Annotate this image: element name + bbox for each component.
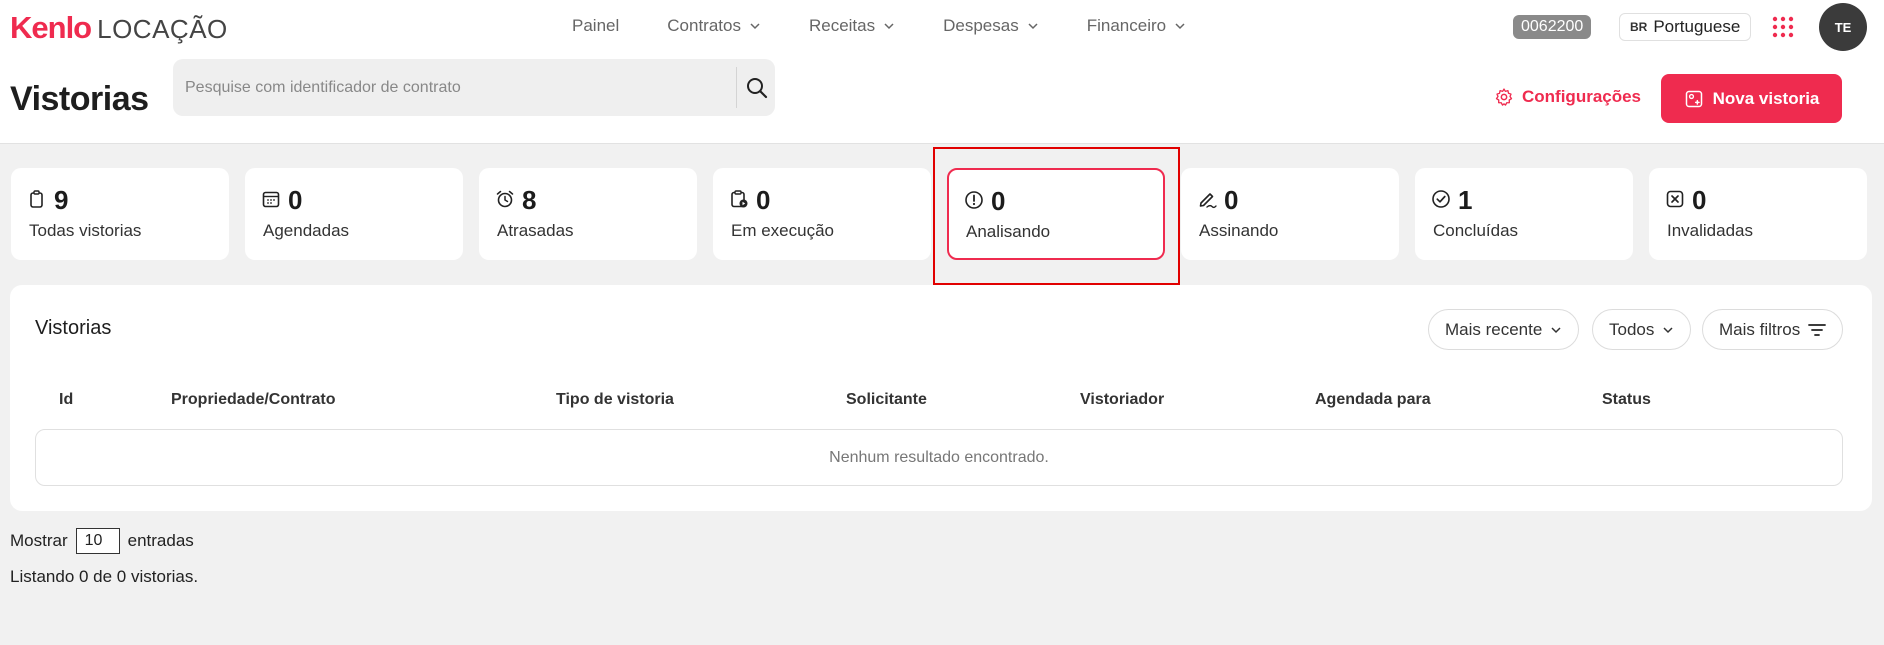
user-avatar[interactable]: TE bbox=[1819, 3, 1867, 51]
pen-signature-icon bbox=[1199, 193, 1217, 209]
vistorias-panel: Vistorias Mais recente Todos Mais filtro… bbox=[10, 285, 1872, 511]
sort-dropdown[interactable]: Mais recente bbox=[1428, 309, 1580, 350]
filter-lines-icon bbox=[1808, 323, 1827, 336]
stat-card-agendadas[interactable]: 0 Agendadas bbox=[245, 168, 463, 260]
chevron-down-icon bbox=[1551, 326, 1561, 333]
new-inspection-icon bbox=[1685, 90, 1702, 107]
kenlo-logo[interactable]: Kenlo LOCAÇÃO bbox=[10, 10, 228, 46]
chevron-down-icon bbox=[1175, 23, 1185, 30]
status-filter-dropdown[interactable]: Todos bbox=[1592, 309, 1692, 350]
language-selector[interactable]: BR Portuguese bbox=[1619, 13, 1752, 41]
stat-label: Todas vistorias bbox=[29, 221, 142, 240]
more-filters-label: Mais filtros bbox=[1719, 319, 1801, 339]
configuracoes-link[interactable]: Configurações bbox=[1494, 87, 1641, 107]
top-header: Kenlo LOCAÇÃO Painel Contratos Receitas … bbox=[0, 0, 1884, 144]
stat-card-todas[interactable]: 9 Todas vistorias bbox=[11, 168, 229, 260]
sort-label: Mais recente bbox=[1445, 319, 1543, 339]
config-label: Configurações bbox=[1522, 87, 1642, 106]
nav-label: Painel bbox=[572, 16, 620, 35]
stat-card-invalidadas[interactable]: 0 Invalidadas bbox=[1649, 168, 1867, 260]
search-button[interactable] bbox=[741, 72, 773, 104]
language-label: Portuguese bbox=[1653, 17, 1741, 36]
page-title: Vistorias bbox=[10, 80, 149, 118]
new-button-label: Nova vistoria bbox=[1712, 88, 1820, 108]
stat-card-atrasadas[interactable]: 8 Atrasadas bbox=[479, 168, 697, 260]
stat-count: 0 bbox=[1692, 185, 1707, 215]
stat-card-concluidas[interactable]: 1 Concluídas bbox=[1415, 168, 1633, 260]
stat-card-em-execucao[interactable]: 0 Em execução bbox=[713, 168, 931, 260]
apps-grid-icon[interactable] bbox=[1772, 16, 1794, 38]
search-input[interactable] bbox=[173, 59, 735, 116]
column-header-agendada[interactable]: Agendada para bbox=[1315, 391, 1431, 409]
chevron-down-icon bbox=[1028, 23, 1038, 30]
chevron-down-icon bbox=[1663, 326, 1673, 333]
check-circle-icon bbox=[1432, 190, 1450, 208]
gear-icon bbox=[1495, 88, 1513, 106]
nav-financeiro[interactable]: Financeiro bbox=[1087, 16, 1186, 36]
alarm-clock-icon bbox=[496, 190, 514, 208]
column-header-id[interactable]: Id bbox=[59, 391, 73, 409]
show-label: Mostrar bbox=[10, 531, 68, 550]
more-filters-button[interactable]: Mais filtros bbox=[1702, 309, 1844, 350]
nav-receitas[interactable]: Receitas bbox=[809, 16, 895, 36]
stat-count: 1 bbox=[1458, 185, 1473, 215]
nav-painel[interactable]: Painel bbox=[572, 16, 619, 36]
nav-contratos[interactable]: Contratos bbox=[667, 16, 761, 36]
search-divider bbox=[736, 67, 737, 108]
listing-summary: Listando 0 de 0 vistorias. bbox=[10, 567, 199, 586]
clipboard-play-icon bbox=[731, 190, 748, 208]
nav-despesas[interactable]: Despesas bbox=[943, 16, 1039, 36]
alert-circle-icon bbox=[965, 191, 983, 209]
nova-vistoria-button[interactable]: Nova vistoria bbox=[1661, 74, 1842, 123]
stat-card-analisando[interactable]: 0 Analisando bbox=[947, 168, 1165, 260]
column-header-status[interactable]: Status bbox=[1602, 391, 1651, 409]
search-icon bbox=[747, 78, 768, 99]
chevron-down-icon bbox=[750, 23, 760, 30]
stat-card-assinando[interactable]: 0 Assinando bbox=[1181, 168, 1399, 260]
stat-label: Assinando bbox=[1199, 221, 1279, 240]
empty-results: Nenhum resultado encontrado. bbox=[35, 429, 1843, 486]
stat-label: Agendadas bbox=[263, 221, 350, 240]
x-square-icon bbox=[1666, 190, 1684, 208]
logo-brand: Kenlo bbox=[10, 10, 92, 45]
account-code-badge: 0062200 bbox=[1513, 15, 1592, 39]
stat-label: Atrasadas bbox=[497, 221, 574, 240]
status-filter-label: Todos bbox=[1609, 319, 1655, 339]
entries-selector: Mostrar entradas bbox=[10, 528, 194, 554]
nav-label: Financeiro bbox=[1086, 16, 1167, 35]
stat-label: Invalidadas bbox=[1667, 221, 1754, 240]
clipboard-icon bbox=[30, 190, 43, 208]
stat-count: 0 bbox=[991, 186, 1006, 216]
chevron-down-icon bbox=[884, 23, 894, 30]
stat-label: Analisando bbox=[966, 222, 1051, 241]
column-header-tipo[interactable]: Tipo de vistoria bbox=[556, 391, 674, 409]
stat-count: 0 bbox=[756, 185, 771, 215]
main-nav: Painel Contratos Receitas Despesas Finan… bbox=[572, 16, 1186, 36]
nav-label: Receitas bbox=[808, 16, 876, 35]
calendar-icon bbox=[262, 191, 280, 208]
search-bar bbox=[173, 59, 775, 116]
logo-product: LOCAÇÃO bbox=[97, 14, 228, 44]
stat-count: 9 bbox=[54, 185, 69, 215]
stat-count: 0 bbox=[288, 185, 303, 215]
stat-count: 8 bbox=[522, 185, 537, 215]
column-header-vistoriador[interactable]: Vistoriador bbox=[1080, 391, 1164, 409]
column-header-propriedade[interactable]: Propriedade/Contrato bbox=[171, 391, 335, 409]
brazil-flag-icon: BR bbox=[1630, 20, 1648, 34]
stat-count: 0 bbox=[1224, 185, 1239, 215]
stat-label: Em execução bbox=[731, 221, 834, 240]
column-header-solicitante[interactable]: Solicitante bbox=[846, 391, 927, 409]
nav-label: Contratos bbox=[667, 16, 741, 35]
panel-title: Vistorias bbox=[35, 317, 112, 339]
entries-input[interactable] bbox=[75, 528, 120, 554]
entries-label: entradas bbox=[127, 531, 194, 550]
nav-label: Despesas bbox=[943, 16, 1019, 35]
stat-label: Concluídas bbox=[1433, 221, 1519, 240]
